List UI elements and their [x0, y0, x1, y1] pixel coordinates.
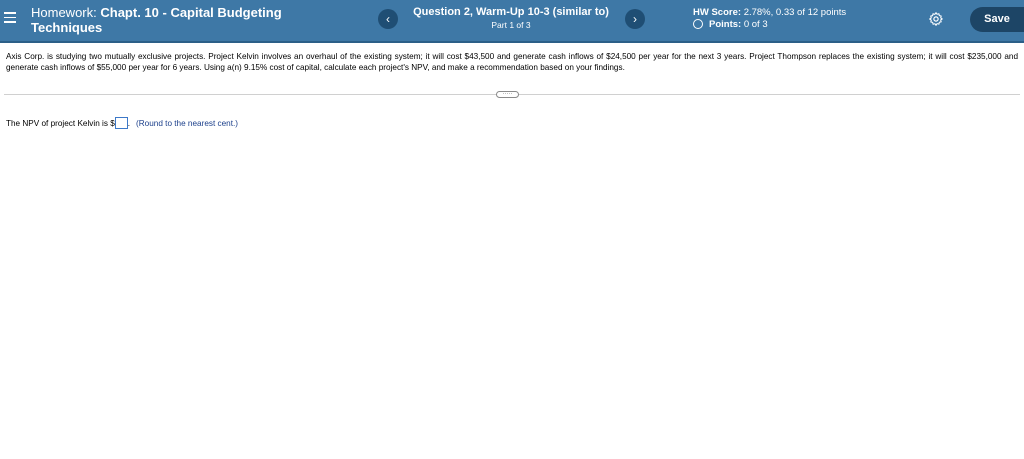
next-question-button[interactable]: › [625, 9, 645, 29]
settings-gear-icon[interactable] [928, 11, 944, 27]
top-bar: Homework: Chapt. 10 - Capital Budgeting … [0, 0, 1024, 41]
npv-kelvin-input[interactable] [114, 117, 128, 129]
points-label: Points: [709, 19, 742, 30]
answer-suffix: . [127, 119, 131, 128]
hw-score: HW Score: 2.78%, 0.33 of 12 points [693, 7, 846, 19]
homework-title-main: Chapt. 10 - Capital Budgeting [100, 5, 282, 20]
hw-score-label: HW Score: [693, 7, 742, 18]
points: Points: 0 of 3 [693, 19, 768, 31]
previous-question-button[interactable]: ‹ [378, 9, 398, 29]
question-part: Part 1 of 3 [491, 20, 531, 30]
answer-row: The NPV of project Kelvin is $. (Round to… [6, 117, 238, 130]
question-info: Question 2, Warm-Up 10-3 (similar to) Pa… [398, 6, 624, 31]
problem-statement: Axis Corp. is studying two mutually excl… [6, 52, 1018, 72]
top-bar-border [0, 41, 1024, 43]
rounding-hint: (Round to the nearest cent.) [136, 119, 238, 128]
menu-icon[interactable] [4, 12, 16, 24]
homework-title-prefix: Homework: [31, 5, 97, 20]
homework-title-line2: Techniques [31, 20, 103, 35]
question-title: Question 2, Warm-Up 10-3 (similar to) [413, 6, 609, 18]
answer-prefix: The NPV of project Kelvin is $ [6, 119, 115, 128]
points-circle-icon [693, 19, 703, 29]
points-value: 0 of 3 [743, 19, 768, 30]
save-button[interactable]: Save [970, 7, 1024, 32]
hw-score-value: 2.78%, 0.33 of 12 points [743, 7, 847, 18]
expand-more-button[interactable]: ····· [496, 91, 519, 98]
homework-title: Homework: Chapt. 10 - Capital Budgeting … [31, 5, 282, 35]
